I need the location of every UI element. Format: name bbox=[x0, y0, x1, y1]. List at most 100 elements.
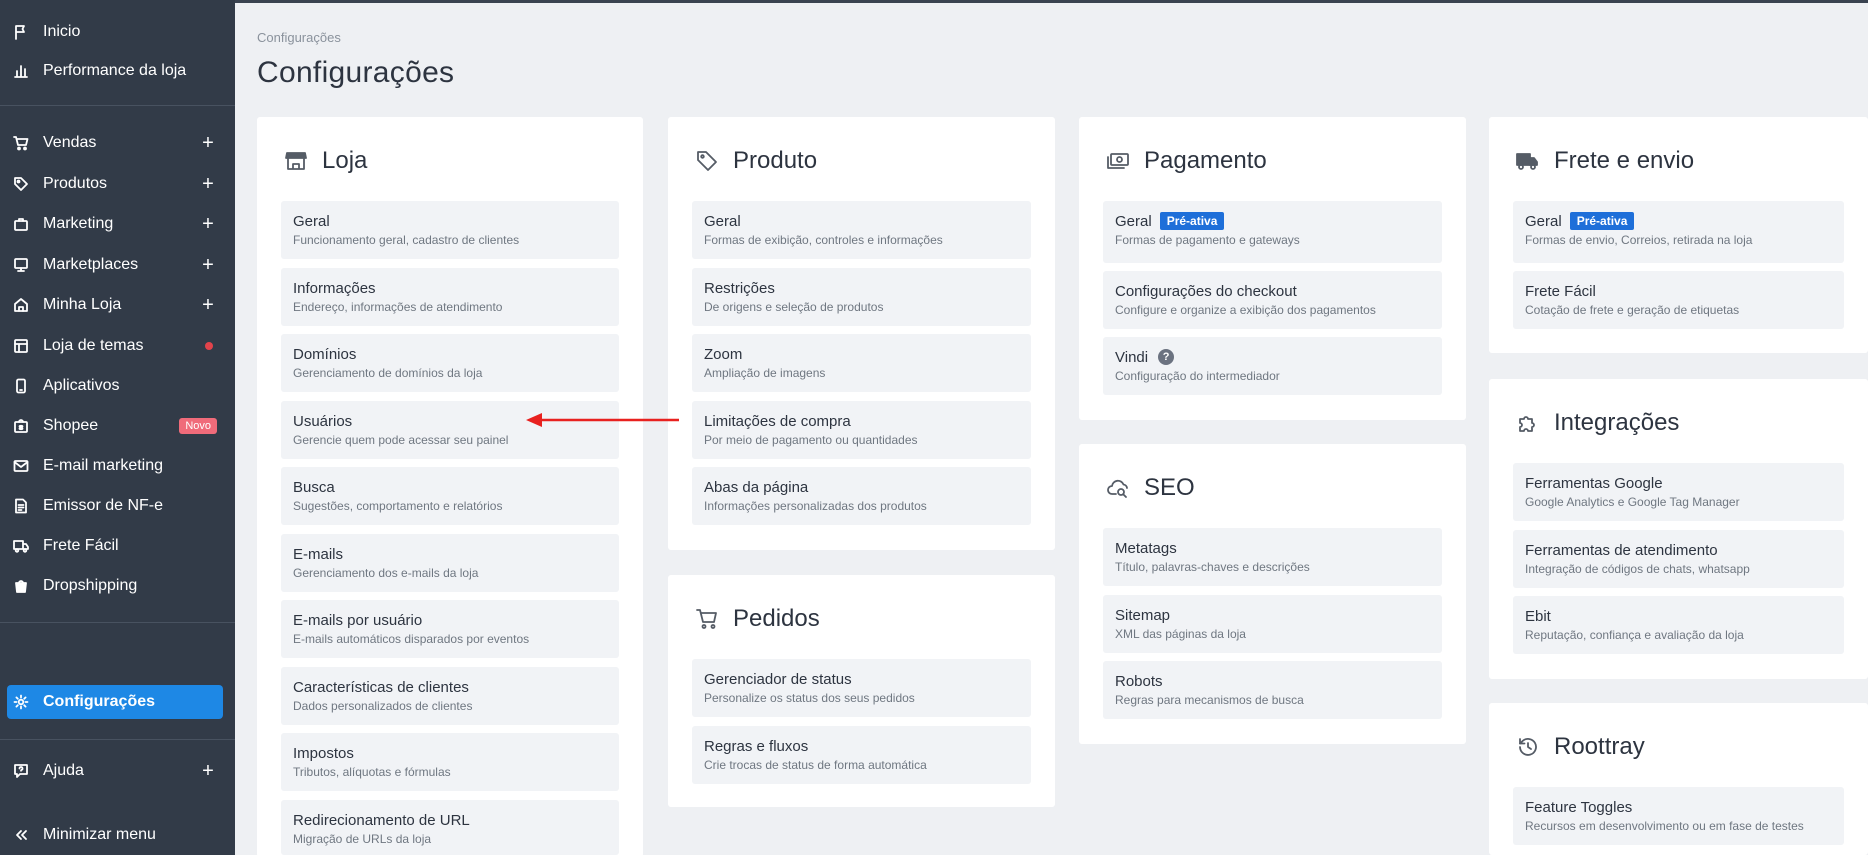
item-desc: Título, palavras-chaves e descrições bbox=[1115, 560, 1310, 574]
sidebar-item-minha-loja[interactable]: Minha Loja + bbox=[7, 288, 223, 322]
shopping-bag-icon bbox=[13, 578, 29, 594]
tag-icon bbox=[694, 148, 720, 174]
item-desc: Formas de envio, Correios, retirada na l… bbox=[1525, 233, 1753, 247]
settings-item-feature-toggles[interactable]: Feature Toggles Recursos em desenvolvimen… bbox=[1513, 787, 1844, 845]
chevrons-left-icon bbox=[13, 827, 29, 843]
sidebar-item-label: Vendas bbox=[43, 134, 97, 151]
help-chat-icon bbox=[13, 763, 29, 779]
sidebar-item-performance[interactable]: Performance da loja bbox=[7, 54, 223, 88]
sidebar-item-label: Performance da loja bbox=[43, 62, 187, 79]
plus-icon[interactable]: + bbox=[197, 214, 219, 234]
flag-icon bbox=[13, 24, 29, 40]
sidebar-item-aplicativos[interactable]: Aplicativos bbox=[7, 369, 223, 403]
plus-icon[interactable]: + bbox=[197, 255, 219, 275]
item-desc: Personalize os status dos seus pedidos bbox=[704, 691, 915, 705]
settings-item-ferramentas-google[interactable]: Ferramentas Google Google Analytics e Goo… bbox=[1513, 463, 1844, 521]
sidebar-item-label: Frete Fácil bbox=[43, 537, 119, 554]
settings-item-abas-pagina[interactable]: Abas da página Informações personalizadas… bbox=[692, 467, 1031, 525]
settings-item-robots[interactable]: Robots Regras para mecanismos de busca bbox=[1103, 661, 1442, 719]
item-title: Frete Fácil bbox=[1525, 282, 1596, 300]
settings-item-vindi[interactable]: Vindi? Configuração do intermediador bbox=[1103, 337, 1442, 395]
card-header: Loja bbox=[283, 147, 367, 175]
item-title: Gerenciador de status bbox=[704, 670, 852, 688]
settings-item-impostos[interactable]: Impostos Tributos, alíquotas e fórmulas bbox=[281, 733, 619, 791]
settings-item-produto-geral[interactable]: Geral Formas de exibição, controles e inf… bbox=[692, 201, 1031, 259]
sidebar-item-ajuda[interactable]: Ajuda + bbox=[7, 754, 223, 788]
settings-item-regras-fluxos[interactable]: Regras e fluxos Crie trocas de status de … bbox=[692, 726, 1031, 784]
sidebar-divider bbox=[0, 622, 235, 623]
card-title: Produto bbox=[733, 147, 818, 174]
mail-icon bbox=[13, 458, 29, 474]
card-integracoes: Integrações Ferramentas Google Google Ana… bbox=[1489, 379, 1868, 679]
sidebar-item-frete-facil[interactable]: Frete Fácil bbox=[7, 529, 223, 563]
settings-item-ferramentas-atendimento[interactable]: Ferramentas de atendimento Integração de … bbox=[1513, 530, 1844, 588]
sidebar-item-shopee[interactable]: Shopee Novo bbox=[7, 409, 223, 443]
card-header: Produto bbox=[694, 147, 817, 175]
plus-icon[interactable]: + bbox=[197, 174, 219, 194]
settings-item-redirecionamento-url[interactable]: Redirecionamento de URL Migração de URLs … bbox=[281, 800, 619, 855]
card-produto: Produto Geral Formas de exibição, control… bbox=[668, 117, 1055, 550]
settings-item-busca[interactable]: Busca Sugestões, comportamento e relatóri… bbox=[281, 467, 619, 525]
sidebar-item-label: Emissor de NF-e bbox=[43, 497, 164, 514]
settings-item-sitemap[interactable]: Sitemap XML das páginas da loja bbox=[1103, 595, 1442, 653]
settings-item-geral[interactable]: Geral Funcionamento geral, cadastro de cl… bbox=[281, 201, 619, 259]
plus-icon[interactable]: + bbox=[197, 761, 219, 781]
minimize-menu-button[interactable]: Minimizar menu bbox=[7, 818, 223, 852]
item-desc: Crie trocas de status de forma automátic… bbox=[704, 758, 927, 772]
item-desc: Reputação, confiança e avaliação da loja bbox=[1525, 628, 1744, 642]
settings-item-restricoes[interactable]: Restrições De origens e seleção de produt… bbox=[692, 268, 1031, 326]
item-title: Geral bbox=[1115, 212, 1152, 230]
help-icon[interactable]: ? bbox=[1158, 349, 1175, 365]
breadcrumb[interactable]: Configurações bbox=[257, 30, 341, 45]
item-title: Ferramentas Google bbox=[1525, 474, 1663, 492]
settings-item-frete-geral[interactable]: Geral Pré-ativa Formas de envio, Correios… bbox=[1513, 201, 1844, 263]
tag-icon bbox=[13, 176, 29, 192]
settings-item-informacoes[interactable]: Informações Endereço, informações de aten… bbox=[281, 268, 619, 326]
item-title: Geral bbox=[293, 212, 330, 230]
sidebar-item-label: Marketing bbox=[43, 215, 114, 232]
sidebar-item-marketplaces[interactable]: Marketplaces + bbox=[7, 248, 223, 282]
settings-item-dominios[interactable]: Domínios Gerenciamento de domínios da loj… bbox=[281, 334, 619, 392]
item-desc: Regras para mecanismos de busca bbox=[1115, 693, 1304, 707]
settings-item-zoom[interactable]: Zoom Ampliação de imagens bbox=[692, 334, 1031, 392]
card-header: SEO bbox=[1105, 474, 1195, 502]
settings-item-caracteristicas-clientes[interactable]: Características de clientes Dados persona… bbox=[281, 667, 619, 725]
settings-item-emails[interactable]: E-mails Gerenciamento dos e-mails da loja bbox=[281, 534, 619, 592]
sidebar-item-marketing[interactable]: Marketing + bbox=[7, 207, 223, 241]
sidebar-item-vendas[interactable]: Vendas + bbox=[7, 126, 223, 160]
sidebar: Inicio Performance da loja Vendas + Prod… bbox=[0, 0, 235, 855]
item-title: Zoom bbox=[704, 345, 743, 363]
settings-item-limitacoes-compra[interactable]: Limitações de compra Por meio de pagament… bbox=[692, 401, 1031, 459]
settings-item-gerenciador-status[interactable]: Gerenciador de status Personalize os stat… bbox=[692, 659, 1031, 717]
item-desc: Sugestões, comportamento e relatórios bbox=[293, 499, 503, 513]
sidebar-divider bbox=[0, 105, 235, 106]
sidebar-item-loja-de-temas[interactable]: Loja de temas bbox=[7, 329, 223, 363]
pre-ativa-badge: Pré-ativa bbox=[1569, 212, 1635, 230]
item-title: E-mails por usuário bbox=[293, 611, 423, 629]
sidebar-item-inicio[interactable]: Inicio bbox=[7, 15, 223, 49]
settings-item-emails-por-usuario[interactable]: E-mails por usuário E-mails automáticos d… bbox=[281, 600, 619, 658]
plus-icon[interactable]: + bbox=[197, 295, 219, 315]
settings-item-configuracoes-checkout[interactable]: Configurações do checkout Configure e org… bbox=[1103, 271, 1442, 329]
settings-item-frete-facil[interactable]: Frete Fácil Cotação de frete e geração de… bbox=[1513, 271, 1844, 329]
sidebar-item-label: Ajuda bbox=[43, 762, 84, 779]
settings-item-pagamento-geral[interactable]: Geral Pré-ativa Formas de pagamento e gat… bbox=[1103, 201, 1442, 263]
cart-icon bbox=[694, 606, 720, 632]
truck-icon bbox=[1515, 148, 1541, 174]
item-title: Características de clientes bbox=[293, 678, 469, 696]
settings-item-metatags[interactable]: Metatags Título, palavras-chaves e descri… bbox=[1103, 528, 1442, 586]
item-title: E-mails bbox=[293, 545, 344, 563]
plus-icon[interactable]: + bbox=[197, 133, 219, 153]
settings-item-ebit[interactable]: Ebit Reputação, confiança e avaliação da … bbox=[1513, 596, 1844, 654]
item-desc: Migração de URLs da loja bbox=[293, 832, 432, 846]
sidebar-item-configuracoes[interactable]: Configurações bbox=[7, 685, 223, 719]
sidebar-item-dropshipping[interactable]: Dropshipping bbox=[7, 569, 223, 603]
sidebar-item-email-marketing[interactable]: E-mail marketing bbox=[7, 449, 223, 483]
sidebar-item-produtos[interactable]: Produtos + bbox=[7, 167, 223, 201]
sidebar-item-emissor-nfe[interactable]: Emissor de NF-e bbox=[7, 489, 223, 523]
settings-item-usuarios[interactable]: Usuários Gerencie quem pode acessar seu p… bbox=[281, 401, 619, 459]
item-title: Feature Toggles bbox=[1525, 798, 1633, 816]
cart-icon bbox=[13, 135, 29, 151]
money-icon bbox=[1105, 148, 1131, 174]
card-title: Pagamento bbox=[1144, 147, 1267, 174]
